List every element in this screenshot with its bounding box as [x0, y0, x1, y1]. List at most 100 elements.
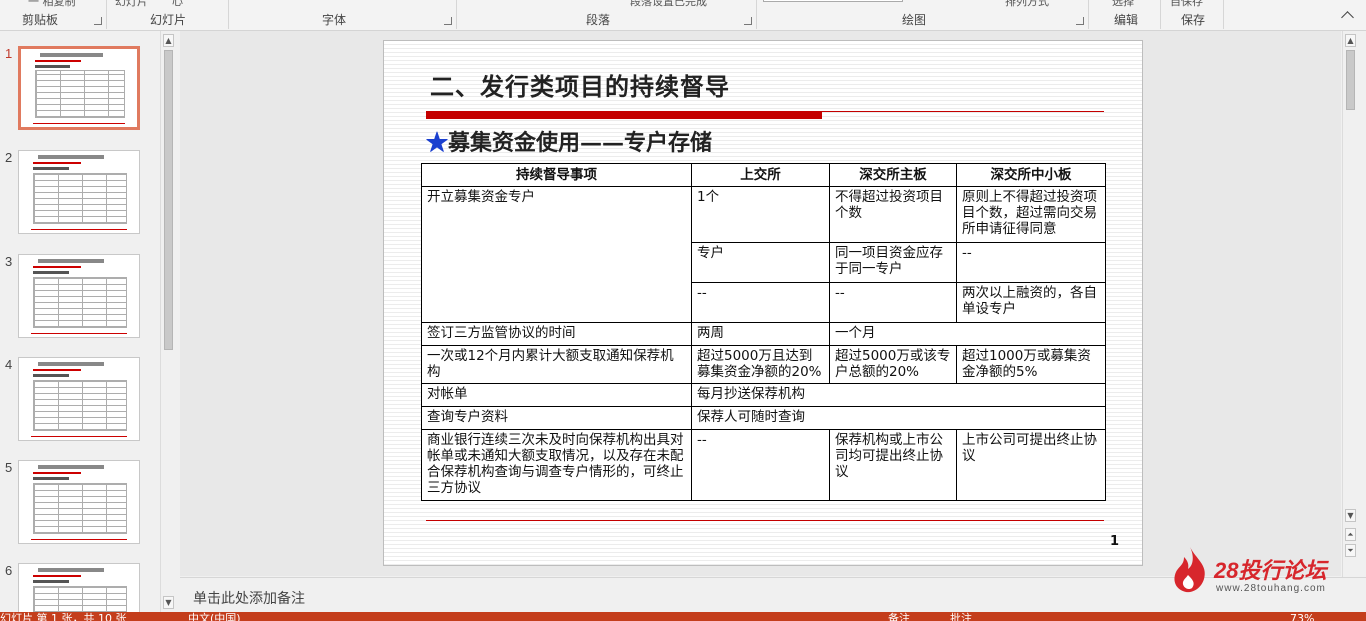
slide-page-number: 1 [1110, 534, 1120, 549]
ribbon: 一 相复制 幻灯片 心 段落设置已完成 排列方式 选择 自保存 剪贴板 幻灯片 … [0, 0, 1366, 31]
table-cell: 同一项目资金应存于同一专户 [829, 242, 957, 283]
table-header-row: 持续督导事项 上交所 深交所主板 深交所中小板 [421, 163, 1106, 187]
thumbnail-scrollbar[interactable]: ▲ ▼ [160, 31, 176, 612]
thumbnail-preview[interactable] [18, 460, 140, 544]
scroll-down-icon[interactable]: ▼ [1345, 509, 1356, 522]
thumbnail-preview[interactable] [18, 254, 140, 338]
thumbnail-slide-6[interactable]: 6 [0, 563, 160, 612]
table-cell: 每月抄送保荐机构 [691, 383, 1106, 407]
table-cell: 商业银行连续三次未及时向保荐机构出具对帐单或未通知大额支取情况，以及存在未配合保… [421, 429, 692, 501]
thumbnail-slide-5[interactable]: 5 [0, 460, 160, 550]
table-cell: 上市公司可提出终止协议 [956, 429, 1106, 501]
subtitle-text: 募集资金使用——专户存储 [448, 130, 713, 156]
table-cell: 两次以上融资的，各自单设专户 [956, 282, 1106, 323]
ribbon-shape-box[interactable] [763, 0, 903, 2]
star-icon: ★ [426, 130, 449, 156]
group-separator [106, 0, 107, 29]
paragraph-launcher-icon[interactable] [744, 17, 752, 25]
slide-scrollbar[interactable]: ▲ ▼ ⏶ ⏷ [1342, 31, 1358, 577]
language-status[interactable]: 中文(中国) [188, 613, 241, 621]
table-cell: -- [956, 242, 1106, 283]
ribbon-fragment[interactable]: 心 [172, 0, 183, 9]
thumbnail-number: 4 [5, 357, 13, 372]
font-launcher-icon[interactable] [444, 17, 452, 25]
group-clipboard-label: 剪贴板 [22, 13, 59, 27]
thumbnail-number: 6 [5, 563, 13, 578]
watermark-brand: 28投行论坛 [1214, 558, 1327, 583]
thumbnail-pane: 1 2 3 4 5 6 [0, 31, 178, 612]
notes-toggle-button[interactable]: 备注 [888, 613, 910, 621]
group-font-label: 字体 [322, 13, 347, 27]
drawing-launcher-icon[interactable] [1076, 17, 1084, 25]
thumbnail-slide-3[interactable]: 3 [0, 254, 160, 344]
ribbon-fragment[interactable]: 选择 [1112, 0, 1134, 9]
column-header: 持续督导事项 [421, 163, 692, 187]
table-cell: 超过5000万或该专户总额的20% [829, 345, 957, 384]
thumbnail-number: 5 [5, 460, 13, 475]
thumbnail-number: 2 [5, 150, 13, 165]
ribbon-fragment[interactable]: 段落设置已完成 [630, 0, 707, 9]
table-cell: 开立募集资金专户 [421, 186, 692, 323]
title-red-bar [426, 111, 822, 119]
table-row: 签订三方监管协议的时间 两周 一个月 [421, 322, 1106, 346]
table-cell: 超过5000万且达到募集资金净额的20% [691, 345, 830, 384]
previous-slide-icon[interactable]: ⏶ [1345, 528, 1356, 541]
group-separator [456, 0, 457, 29]
zoom-level[interactable]: 73% [1290, 613, 1314, 621]
table-cell: 1个 [691, 186, 830, 243]
table-row: 商业银行连续三次未及时向保荐机构出具对帐单或未通知大额支取情况，以及存在未配合保… [421, 429, 1106, 501]
ribbon-fragment[interactable]: 一 相复制 [28, 0, 76, 9]
supervision-table[interactable]: 持续督导事项 上交所 深交所主板 深交所中小板 开立募集资金专户 1个 不得超过… [421, 163, 1106, 501]
group-drawing-label: 绘图 [902, 13, 927, 27]
table-cell: -- [829, 282, 957, 323]
scroll-down-icon[interactable]: ▼ [163, 596, 174, 609]
scroll-up-icon[interactable]: ▲ [163, 34, 174, 47]
group-separator [756, 0, 757, 29]
column-header: 深交所中小板 [956, 163, 1106, 187]
comments-toggle-button[interactable]: 批注 [950, 613, 972, 621]
collapse-ribbon-icon[interactable] [1341, 11, 1354, 24]
table-cell: 两周 [691, 322, 830, 346]
table-cell: 签订三方监管协议的时间 [421, 322, 692, 346]
group-separator [1223, 0, 1224, 29]
thumbnail-number: 1 [5, 46, 13, 61]
table-cell: -- [691, 429, 830, 501]
table-cell: 查询专户资料 [421, 406, 692, 430]
group-editing-label: 编辑 [1114, 13, 1139, 27]
thumbnail-slide-1[interactable]: 1 [0, 46, 160, 136]
table-cell: 一次或12个月内累计大额支取通知保荐机构 [421, 345, 692, 384]
title-red-line [822, 111, 1104, 112]
thumbnail-preview[interactable] [18, 357, 140, 441]
watermark-url: www.28touhang.com [1216, 583, 1326, 594]
thumbnail-slide-2[interactable]: 2 [0, 150, 160, 240]
group-slides-label: 幻灯片 [150, 13, 187, 27]
table-row: 开立募集资金专户 1个 不得超过投资项目个数 原则上不得超过投资项目个数，超过需… [421, 186, 1106, 323]
thumbnail-preview[interactable] [18, 46, 140, 130]
ribbon-fragment[interactable]: 幻灯片 [115, 0, 148, 9]
slide[interactable]: 二、发行类项目的持续督导 ★募集资金使用——专户存储 持续督导事项 上交所 深交… [383, 40, 1143, 566]
status-bar: 幻灯片 第 1 张，共 10 张 中文(中国) 备注 批注 73% [0, 612, 1366, 621]
scroll-up-icon[interactable]: ▲ [1345, 34, 1356, 47]
thumbnail-preview[interactable] [18, 563, 140, 612]
slide-count-status: 幻灯片 第 1 张，共 10 张 [0, 612, 127, 621]
ribbon-fragment[interactable]: 自保存 [1170, 0, 1203, 9]
flame-icon [1174, 547, 1205, 593]
scrollbar-thumb[interactable] [1346, 50, 1355, 110]
watermark-logo: 28投行论坛 www.28touhang.com [1170, 545, 1360, 599]
scrollbar-thumb[interactable] [164, 50, 173, 350]
group-separator [1160, 0, 1161, 29]
slide-subtitle[interactable]: ★募集资金使用——专户存储 [426, 125, 712, 157]
table-cell: 原则上不得超过投资项目个数，超过需向交易所申请征得同意 [956, 186, 1106, 243]
thumbnail-slide-4[interactable]: 4 [0, 357, 160, 447]
slide-title[interactable]: 二、发行类项目的持续督导 [430, 67, 730, 102]
ribbon-fragment[interactable]: 排列方式 [1005, 0, 1049, 9]
group-save-label: 保存 [1181, 13, 1206, 27]
table-cell: 保荐人可随时查询 [691, 406, 1106, 430]
thumbnail-preview[interactable] [18, 150, 140, 234]
group-paragraph-label: 段落 [586, 13, 611, 27]
table-cell: 一个月 [829, 322, 1106, 346]
clipboard-launcher-icon[interactable] [94, 17, 102, 25]
notes-placeholder[interactable]: 单击此处添加备注 [193, 588, 305, 608]
table-cell: 保荐机构或上市公司均可提出终止协议 [829, 429, 957, 501]
table-row: 查询专户资料 保荐人可随时查询 [421, 406, 1106, 430]
